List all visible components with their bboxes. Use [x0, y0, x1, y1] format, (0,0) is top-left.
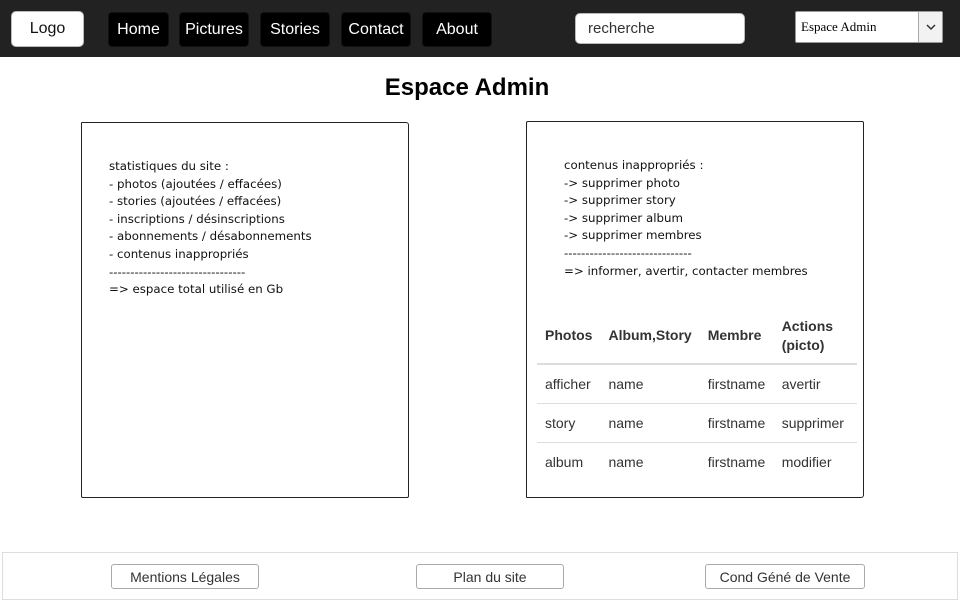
nav-stories-button[interactable]: Stories	[260, 12, 330, 47]
table-row: story name firstname supprimer	[537, 403, 857, 443]
column-header-album-story: Album,Story	[600, 308, 700, 365]
table-cell: firstname	[707, 453, 766, 470]
table-row: afficher name firstname avertir	[537, 364, 857, 404]
moderation-table: Photos Album,Story Membre Actions (picto…	[537, 308, 857, 481]
table-cell: firstname	[699, 403, 774, 443]
table-header-row: Photos Album,Story Membre Actions (picto…	[537, 308, 857, 365]
logo-button[interactable]: Logo	[11, 11, 84, 47]
moderation-panel: contenus inappropriés : -> supprimer pho…	[526, 121, 864, 498]
nav-about-button[interactable]: About	[422, 12, 492, 47]
chevron-down-icon	[918, 12, 942, 42]
stats-note: statistiques du site : - photos (ajoutée…	[109, 159, 312, 297]
table-cell: album	[545, 453, 584, 470]
plan-du-site-button[interactable]: Plan du site	[416, 564, 564, 589]
nav-home-button[interactable]: Home	[108, 12, 169, 47]
cond-generales-vente-button[interactable]: Cond Géné de Vente	[705, 564, 865, 589]
top-navigation-bar: Logo Home Pictures Stories Contact About…	[0, 0, 960, 57]
action-cell[interactable]: supprimer	[773, 403, 857, 443]
action-cell[interactable]: modifier	[774, 442, 857, 481]
table-cell: story	[537, 403, 601, 443]
space-select[interactable]: Espace Admin	[795, 11, 943, 43]
nav-contact-button[interactable]: Contact	[341, 12, 411, 47]
table-cell: afficher	[537, 364, 601, 404]
table-cell: name	[600, 403, 700, 443]
action-cell[interactable]: avertir	[773, 364, 857, 404]
stats-panel: statistiques du site : - photos (ajoutée…	[81, 122, 409, 498]
page-title: Espace Admin	[384, 74, 550, 101]
column-header-actions: Actions (picto)	[773, 308, 857, 365]
table-cell: firstname	[699, 364, 774, 404]
column-header-photos: Photos	[537, 308, 601, 365]
space-select-value: Espace Admin	[801, 19, 877, 34]
column-header-membre: Membre	[699, 308, 774, 365]
table-cell: name	[600, 364, 700, 404]
mentions-legales-button[interactable]: Mentions Légales	[111, 564, 259, 589]
footer: Mentions Légales Plan du site Cond Géné …	[2, 552, 958, 600]
moderation-note: contenus inappropriés : -> supprimer pho…	[564, 158, 808, 278]
search-input[interactable]: recherche	[575, 13, 745, 44]
table-row: album name firstname modifier	[537, 442, 857, 481]
table-cell: name	[608, 453, 644, 470]
nav-pictures-button[interactable]: Pictures	[179, 12, 249, 47]
